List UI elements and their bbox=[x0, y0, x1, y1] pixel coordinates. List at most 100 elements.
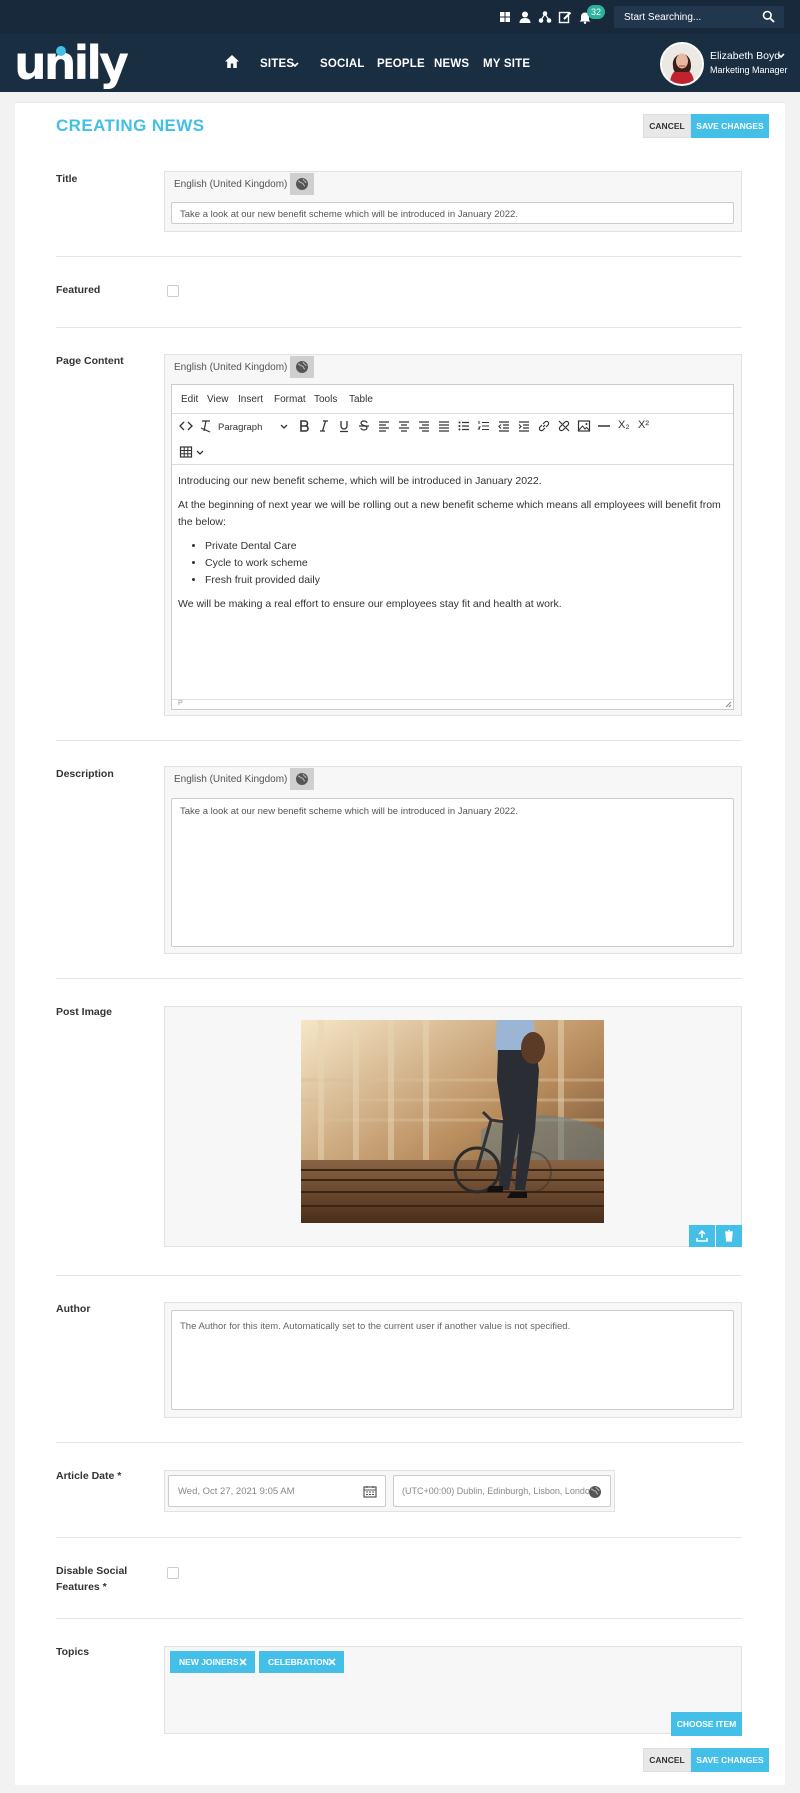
language-selector[interactable] bbox=[290, 173, 314, 195]
author-label: Author bbox=[56, 1303, 91, 1315]
unily-logo[interactable]: unily bbox=[14, 36, 129, 90]
editor-statusbar: P bbox=[172, 699, 733, 709]
choose-item-button[interactable]: CHOOSE ITEM bbox=[671, 1712, 742, 1736]
save-changes-button[interactable]: SAVE CHANGES bbox=[691, 1748, 769, 1772]
nav-news[interactable]: NEWS bbox=[434, 58, 469, 70]
post-image[interactable] bbox=[301, 1020, 604, 1223]
close-icon[interactable] bbox=[239, 1658, 247, 1666]
disable-social-checkbox[interactable] bbox=[167, 1567, 179, 1579]
cancel-button[interactable]: CANCEL bbox=[643, 1748, 691, 1772]
user-name[interactable]: Elizabeth Boyd bbox=[710, 50, 780, 62]
logo-dot bbox=[56, 46, 66, 56]
bold-icon[interactable] bbox=[297, 419, 311, 433]
paragraph: Introducing our new benefit scheme, whic… bbox=[178, 475, 542, 487]
outdent-icon[interactable] bbox=[497, 419, 511, 433]
upload-icon bbox=[696, 1229, 708, 1242]
divider bbox=[56, 256, 742, 257]
list-item: Fresh fruit provided daily bbox=[205, 572, 723, 589]
list-item: Private Dental Care bbox=[205, 538, 723, 555]
post-image-label: Post Image bbox=[56, 1006, 113, 1018]
globe-icon bbox=[296, 361, 308, 373]
network-icon[interactable] bbox=[538, 10, 552, 24]
close-icon[interactable] bbox=[328, 1658, 336, 1666]
timezone-value: (UTC+00:00) Dublin, Edinburgh, Lisbon, L… bbox=[402, 1486, 595, 1496]
page-content-label: Page Content bbox=[56, 355, 124, 367]
nav-social[interactable]: SOCIAL bbox=[320, 58, 365, 70]
indent-icon[interactable] bbox=[517, 419, 531, 433]
home-icon[interactable] bbox=[224, 54, 240, 69]
align-right-icon[interactable] bbox=[417, 419, 431, 433]
save-changes-button[interactable]: SAVE CHANGES bbox=[691, 114, 769, 138]
article-date-input[interactable]: Wed, Oct 27, 2021 9:05 AM bbox=[168, 1475, 386, 1507]
menu-tools[interactable]: Tools bbox=[314, 394, 337, 405]
align-justify-icon[interactable] bbox=[437, 419, 451, 433]
subscript-icon[interactable]: X₂ bbox=[618, 419, 630, 431]
chevron-down-icon[interactable] bbox=[777, 53, 785, 59]
cancel-button[interactable]: CANCEL bbox=[643, 114, 691, 138]
unlink-icon[interactable] bbox=[557, 419, 571, 433]
divider bbox=[56, 1618, 742, 1619]
rich-text-editor[interactable]: Edit View Insert Format Tools Table Para… bbox=[171, 384, 734, 710]
featured-label: Featured bbox=[56, 284, 101, 296]
paragraph: At the beginning of next year we will be… bbox=[178, 499, 721, 528]
post-image-photo bbox=[301, 1020, 604, 1223]
resize-handle-icon[interactable] bbox=[724, 700, 732, 708]
chevron-down-icon[interactable] bbox=[280, 424, 288, 430]
article-date-label: Article Date * bbox=[56, 1470, 122, 1482]
avatar[interactable] bbox=[660, 42, 704, 86]
page-title: CREATING NEWS bbox=[56, 116, 205, 135]
search-input[interactable]: Start Searching... bbox=[614, 6, 784, 28]
bullet-list-icon[interactable] bbox=[457, 419, 471, 433]
horizontal-rule-icon[interactable] bbox=[597, 419, 611, 433]
table-icon[interactable] bbox=[179, 445, 193, 459]
edit-icon[interactable] bbox=[558, 10, 572, 24]
upload-image-button[interactable] bbox=[689, 1225, 715, 1247]
nav-people[interactable]: PEOPLE bbox=[377, 58, 425, 70]
description-label: Description bbox=[56, 768, 114, 780]
superscript-icon[interactable]: X² bbox=[638, 419, 649, 431]
menu-view[interactable]: View bbox=[207, 394, 229, 405]
topic-tag[interactable]: CELEBRATION bbox=[259, 1651, 344, 1673]
menu-format[interactable]: Format bbox=[274, 394, 306, 405]
avatar-photo bbox=[662, 44, 702, 84]
link-icon[interactable] bbox=[537, 419, 551, 433]
disable-social-label: Disable Social Features * bbox=[56, 1565, 128, 1593]
menu-insert[interactable]: Insert bbox=[238, 394, 263, 405]
source-code-icon[interactable] bbox=[179, 419, 193, 433]
menu-table[interactable]: Table bbox=[349, 394, 373, 405]
nav-my-site[interactable]: MY SITE bbox=[483, 58, 530, 70]
strikethrough-icon[interactable] bbox=[357, 419, 371, 433]
align-left-icon[interactable] bbox=[377, 419, 391, 433]
image-icon[interactable] bbox=[577, 419, 591, 433]
windows-icon[interactable] bbox=[498, 10, 512, 24]
search-placeholder: Start Searching... bbox=[624, 12, 702, 23]
underline-icon[interactable] bbox=[337, 419, 351, 433]
numbered-list-icon[interactable] bbox=[477, 419, 491, 433]
divider bbox=[56, 1442, 742, 1443]
language-selector[interactable] bbox=[290, 356, 314, 378]
list-item: Cycle to work scheme bbox=[205, 555, 723, 572]
language-label: English (United Kingdom) bbox=[174, 179, 288, 190]
globe-icon bbox=[296, 178, 308, 190]
editor-content[interactable]: Introducing our new benefit scheme, whic… bbox=[178, 473, 723, 620]
align-center-icon[interactable] bbox=[397, 419, 411, 433]
chevron-down-icon[interactable] bbox=[196, 450, 204, 456]
divider bbox=[56, 327, 742, 328]
clear-format-icon[interactable] bbox=[199, 419, 213, 433]
timezone-select[interactable]: (UTC+00:00) Dublin, Edinburgh, Lisbon, L… bbox=[393, 1475, 611, 1507]
menu-edit[interactable]: Edit bbox=[181, 394, 198, 405]
language-selector[interactable] bbox=[290, 768, 314, 790]
user-icon[interactable] bbox=[518, 10, 532, 24]
block-format-select[interactable]: Paragraph bbox=[218, 422, 262, 433]
calendar-icon[interactable] bbox=[363, 1485, 377, 1498]
italic-icon[interactable] bbox=[317, 419, 331, 433]
author-input[interactable]: The Author for this item. Automatically … bbox=[171, 1310, 734, 1410]
title-input[interactable]: Take a look at our new benefit scheme wh… bbox=[171, 202, 734, 224]
delete-image-button[interactable] bbox=[716, 1225, 742, 1247]
nav-sites[interactable]: SITES bbox=[260, 58, 294, 70]
featured-checkbox[interactable] bbox=[167, 285, 179, 297]
chevron-down-icon[interactable] bbox=[291, 62, 299, 68]
description-textarea[interactable]: Take a look at our new benefit scheme wh… bbox=[171, 798, 734, 947]
topic-tag[interactable]: NEW JOINERS bbox=[170, 1651, 255, 1673]
search-icon[interactable] bbox=[762, 10, 775, 23]
